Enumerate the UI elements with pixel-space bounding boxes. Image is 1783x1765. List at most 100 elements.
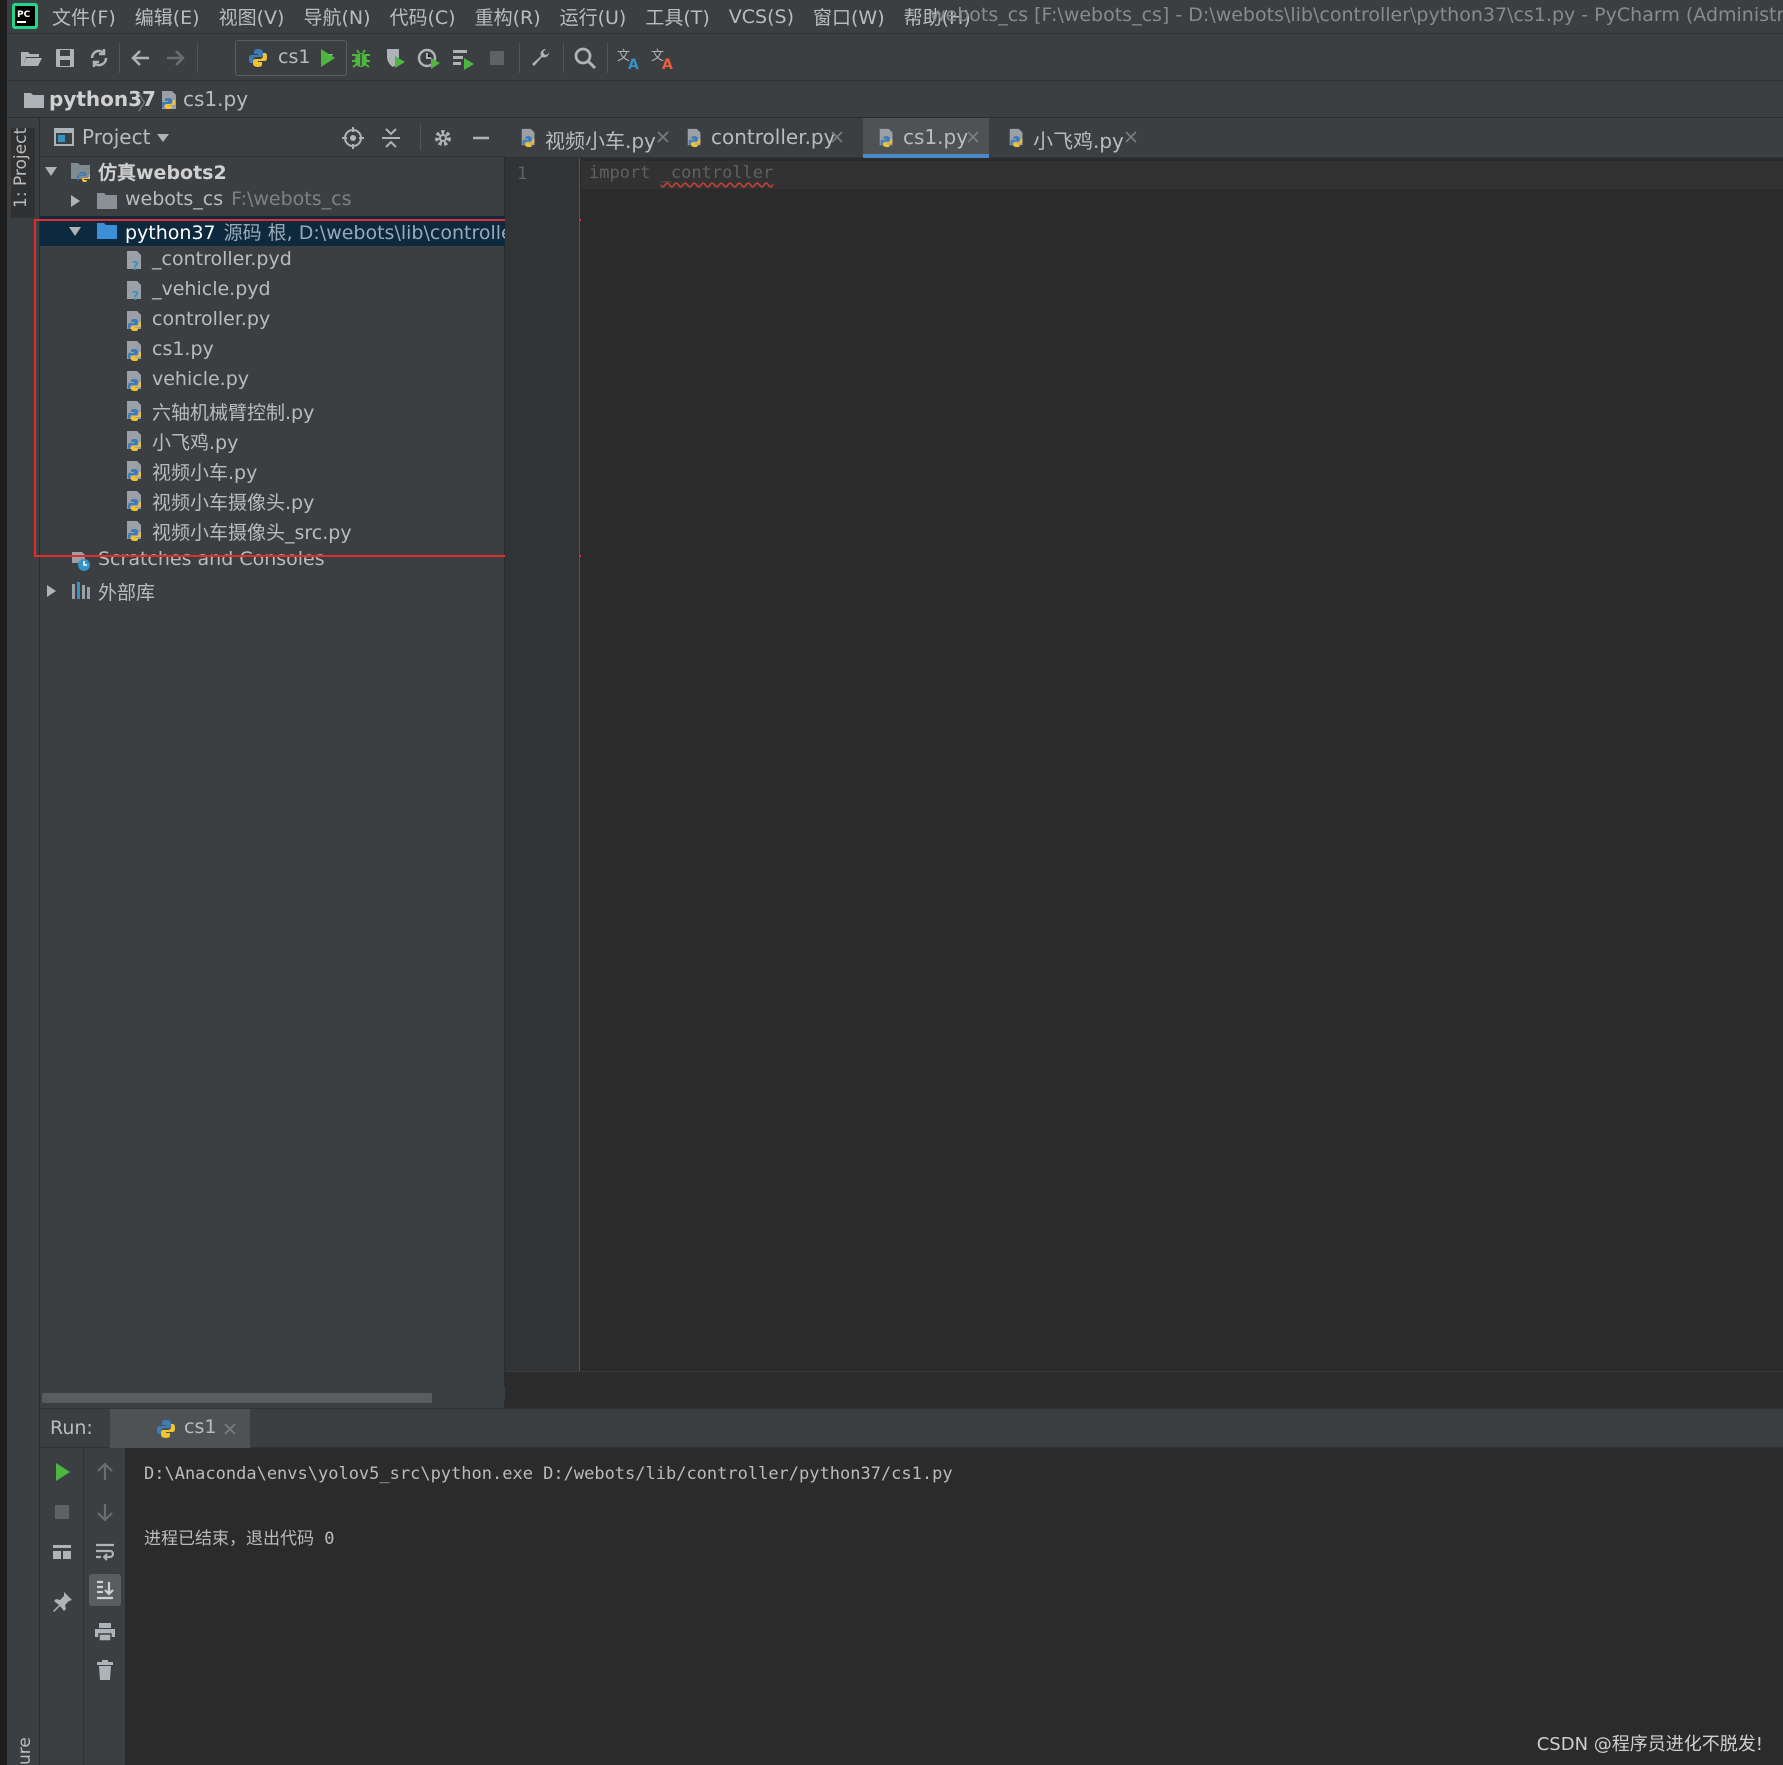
code-keyword: import bbox=[589, 163, 651, 183]
stop-icon[interactable] bbox=[50, 1500, 74, 1524]
tab-cs1-py[interactable]: cs1.py bbox=[863, 118, 989, 158]
trash-icon[interactable] bbox=[93, 1658, 117, 1682]
sync-icon[interactable] bbox=[87, 46, 111, 70]
menu-tools[interactable]: 工具(T) bbox=[645, 3, 709, 30]
project-panel-header: Project bbox=[40, 118, 505, 157]
menu-vcs[interactable]: VCS(S) bbox=[729, 6, 794, 28]
csdn-watermark: CSDN @程序员进化不脱发! bbox=[1536, 1734, 1763, 1755]
save-icon[interactable] bbox=[53, 46, 77, 70]
python-config-icon bbox=[156, 1419, 176, 1439]
back-icon[interactable] bbox=[129, 46, 153, 70]
layout-icon[interactable] bbox=[50, 1540, 74, 1564]
gear-icon[interactable] bbox=[432, 127, 454, 149]
soft-wrap-icon[interactable] bbox=[93, 1540, 117, 1564]
code-module-name: _controller bbox=[660, 163, 774, 183]
tab-xiaofeiji-py[interactable]: 小飞鸡.py bbox=[993, 118, 1141, 158]
svg-text:PC: PC bbox=[17, 10, 31, 20]
project-view-icon bbox=[54, 127, 74, 147]
run-console-output[interactable]: D:\Anaconda\envs\yolov5_src\python.exe D… bbox=[126, 1448, 1783, 1765]
horizontal-scrollbar-thumb[interactable] bbox=[42, 1393, 432, 1403]
translate-alt-icon[interactable]: 文A bbox=[651, 46, 675, 70]
console-command-line: D:\Anaconda\envs\yolov5_src\python.exe D… bbox=[144, 1464, 953, 1484]
settings-wrench-icon[interactable] bbox=[529, 46, 553, 70]
breadcrumb-separator: 〉 bbox=[137, 91, 157, 115]
rerun-icon[interactable] bbox=[50, 1460, 74, 1484]
menu-code[interactable]: 代码(C) bbox=[389, 3, 455, 30]
forward-icon[interactable] bbox=[163, 46, 187, 70]
translate-icon[interactable]: 文A bbox=[617, 46, 641, 70]
menu-edit[interactable]: 编辑(E) bbox=[135, 3, 200, 30]
project-tool-window-button[interactable]: 1: Project bbox=[11, 128, 35, 218]
toolbar-separator bbox=[563, 43, 564, 73]
close-icon[interactable] bbox=[657, 131, 669, 143]
close-icon[interactable] bbox=[224, 1423, 236, 1435]
collapse-all-icon[interactable] bbox=[380, 127, 402, 149]
library-icon bbox=[70, 580, 92, 602]
svg-text:A: A bbox=[628, 57, 639, 70]
structure-tool-label[interactable]: ure bbox=[15, 1737, 35, 1765]
folder-icon bbox=[23, 91, 45, 109]
profile-icon[interactable] bbox=[417, 46, 441, 70]
search-icon[interactable] bbox=[573, 46, 597, 70]
tab-video-car-py[interactable]: 视频小车.py bbox=[505, 118, 671, 158]
menu-refactor[interactable]: 重构(R) bbox=[475, 3, 541, 30]
close-icon[interactable] bbox=[1125, 131, 1137, 143]
close-icon[interactable] bbox=[967, 131, 979, 143]
svg-text:A: A bbox=[662, 57, 673, 70]
close-icon[interactable] bbox=[831, 131, 843, 143]
tree-item-webots-cs[interactable]: webots_cs F:\webots_cs bbox=[40, 186, 505, 216]
tree-item-path-hint: F:\webots_cs bbox=[231, 188, 352, 210]
project-icon bbox=[70, 160, 92, 182]
run-panel-header: Run: cs1 bbox=[40, 1408, 1783, 1449]
tree-item-label: 仿真webots2 bbox=[98, 162, 227, 184]
menu-view[interactable]: 视图(V) bbox=[219, 3, 285, 30]
main-toolbar: cs1 文A 文A bbox=[7, 33, 1783, 80]
toolbar-separator bbox=[197, 43, 198, 73]
editor-bottom-strip bbox=[505, 1371, 1783, 1408]
window-left-edge bbox=[0, 0, 7, 1765]
menu-window[interactable]: 窗口(W) bbox=[813, 3, 885, 30]
run-tab-cs1[interactable]: cs1 bbox=[110, 1409, 250, 1449]
editor-gutter: 1 bbox=[505, 158, 580, 1371]
project-view-select[interactable]: Project bbox=[82, 125, 150, 149]
tab-controller-py[interactable]: controller.py bbox=[671, 118, 849, 158]
tree-item-label: webots_cs F:\webots_cs bbox=[125, 188, 351, 210]
breadcrumb: python37 〉 cs1.py bbox=[7, 80, 1783, 118]
python-file-icon bbox=[685, 128, 705, 148]
pin-icon[interactable] bbox=[50, 1590, 74, 1614]
locate-icon[interactable] bbox=[342, 127, 364, 149]
scroll-to-end-toggle[interactable] bbox=[89, 1574, 121, 1606]
print-icon[interactable] bbox=[93, 1620, 117, 1644]
run-icon[interactable] bbox=[315, 46, 339, 70]
breadcrumb-file[interactable]: cs1.py bbox=[183, 87, 248, 111]
header-separator bbox=[420, 124, 421, 150]
coverage-icon[interactable] bbox=[383, 46, 407, 70]
concurrency-icon[interactable] bbox=[451, 46, 475, 70]
run-tools-primary bbox=[40, 1448, 84, 1765]
menu-navigate[interactable]: 导航(N) bbox=[303, 3, 370, 30]
menu-run[interactable]: 运行(U) bbox=[560, 3, 627, 30]
project-tool-label: 1: Project bbox=[11, 127, 31, 208]
folder-icon bbox=[96, 190, 118, 212]
code-editor[interactable]: import _controller bbox=[581, 158, 1783, 1371]
menu-file[interactable]: 文件(F) bbox=[52, 3, 116, 30]
python-file-icon bbox=[1007, 128, 1027, 148]
expanded-arrow-icon[interactable] bbox=[44, 164, 58, 178]
highlight-annotation-box bbox=[34, 219, 583, 557]
python-file-icon bbox=[519, 128, 539, 148]
tree-item-external-libraries[interactable]: 外部库 bbox=[40, 576, 505, 606]
line-number: 1 bbox=[517, 164, 528, 184]
minimize-icon[interactable] bbox=[470, 127, 492, 149]
stop-icon[interactable] bbox=[485, 46, 509, 70]
arrow-up-icon[interactable] bbox=[93, 1460, 117, 1484]
tree-item-project-root[interactable]: 仿真webots2 bbox=[40, 156, 505, 186]
collapsed-arrow-icon[interactable] bbox=[44, 584, 58, 598]
debug-icon[interactable] bbox=[349, 46, 373, 70]
toolbar-separator bbox=[119, 43, 120, 73]
console-exit-line: 进程已结束，退出代码 0 bbox=[144, 1529, 335, 1549]
chevron-down-icon[interactable] bbox=[156, 133, 170, 143]
open-icon[interactable] bbox=[19, 46, 43, 70]
collapsed-arrow-icon[interactable] bbox=[68, 194, 82, 208]
arrow-down-icon[interactable] bbox=[93, 1500, 117, 1524]
run-panel-label: Run: bbox=[50, 1417, 93, 1439]
